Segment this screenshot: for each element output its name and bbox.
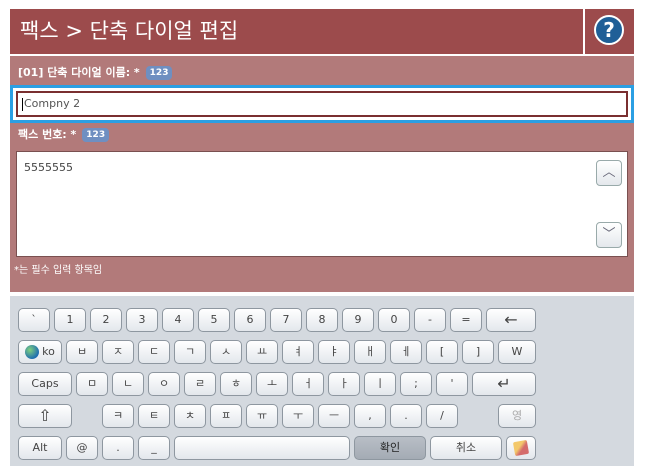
fax-number-input[interactable]: 5555555 ︿ ﹀: [16, 151, 628, 257]
key-j[interactable]: ㅈ: [102, 340, 134, 364]
key-n[interactable]: ㄴ: [112, 372, 144, 396]
name-label-row: [01] 단축 다이얼 이름: * 123: [18, 64, 173, 80]
text-cursor: [22, 97, 23, 111]
key-9[interactable]: 9: [342, 308, 374, 332]
alt-key[interactable]: Alt: [18, 436, 62, 460]
key-7[interactable]: 7: [270, 308, 302, 332]
key-b[interactable]: ㅂ: [66, 340, 98, 364]
key-backtick[interactable]: `: [18, 308, 50, 332]
key-yeo[interactable]: ㅕ: [282, 340, 314, 364]
key-left-bracket[interactable]: [: [426, 340, 458, 364]
language-key-label: ko: [42, 345, 55, 358]
space-key[interactable]: [174, 436, 350, 460]
key-right-bracket[interactable]: ]: [462, 340, 494, 364]
key-5[interactable]: 5: [198, 308, 230, 332]
scroll-down-button[interactable]: ﹀: [596, 222, 622, 248]
key-semicolon[interactable]: ;: [400, 372, 432, 396]
key-p[interactable]: ㅍ: [210, 404, 242, 428]
edit-button[interactable]: [506, 436, 536, 460]
key-minus[interactable]: -: [414, 308, 446, 332]
help-button[interactable]: ?: [585, 9, 634, 54]
cancel-button[interactable]: 취소: [430, 436, 502, 460]
key-d[interactable]: ㄷ: [138, 340, 170, 364]
key-m[interactable]: ㅁ: [76, 372, 108, 396]
caps-lock-key[interactable]: Caps: [18, 372, 72, 396]
help-icon: ?: [594, 15, 624, 45]
required-note: *는 필수 입력 항목임: [14, 265, 103, 276]
key-3[interactable]: 3: [126, 308, 158, 332]
key-s[interactable]: ㅅ: [210, 340, 242, 364]
key-r[interactable]: ㄹ: [184, 372, 216, 396]
numeric-badge: 123: [145, 66, 173, 80]
key-equals[interactable]: =: [450, 308, 482, 332]
key-underscore[interactable]: _: [138, 436, 170, 460]
globe-icon: [25, 345, 40, 359]
language-key[interactable]: ko: [18, 340, 62, 364]
backspace-key[interactable]: ←: [486, 308, 536, 332]
key-apostrophe[interactable]: ': [436, 372, 468, 396]
key-a[interactable]: ㅏ: [328, 372, 360, 396]
key-e[interactable]: ㅔ: [390, 340, 422, 364]
english-mode-key[interactable]: 영: [498, 404, 536, 428]
pencil-icon: [512, 439, 530, 457]
fax-label-row: 팩스 번호: * 123: [18, 126, 110, 142]
key-eo[interactable]: ㅓ: [292, 372, 324, 396]
key-ch[interactable]: ㅊ: [174, 404, 206, 428]
scroll-up-button[interactable]: ︿: [596, 160, 622, 186]
fax-number-label: 팩스 번호: *: [18, 128, 77, 141]
key-h[interactable]: ㅎ: [220, 372, 252, 396]
key-ya[interactable]: ㅑ: [318, 340, 350, 364]
key-w[interactable]: W: [498, 340, 536, 364]
key-1[interactable]: 1: [54, 308, 86, 332]
key-2[interactable]: 2: [90, 308, 122, 332]
key-dot[interactable]: .: [102, 436, 134, 460]
chevron-up-icon: ︿: [602, 165, 616, 180]
key-ae[interactable]: ㅐ: [354, 340, 386, 364]
on-screen-keyboard: ` 1 2 3 4 5 6 7 8 9 0 - = ← ko ㅂ ㅈ ㄷ ㄱ ㅅ…: [10, 296, 634, 466]
key-yo[interactable]: ㅛ: [246, 340, 278, 364]
key-k[interactable]: ㅋ: [102, 404, 134, 428]
key-6[interactable]: 6: [234, 308, 266, 332]
ok-button[interactable]: 확인: [354, 436, 426, 460]
speed-dial-name-label: [01] 단축 다이얼 이름: *: [18, 66, 140, 79]
key-eu[interactable]: ㅡ: [318, 404, 350, 428]
key-o[interactable]: ㅗ: [256, 372, 288, 396]
chevron-down-icon: ﹀: [602, 227, 616, 242]
numeric-badge: 123: [82, 128, 110, 142]
key-yu[interactable]: ㅠ: [246, 404, 278, 428]
key-slash[interactable]: /: [426, 404, 458, 428]
key-g[interactable]: ㄱ: [174, 340, 206, 364]
speed-dial-name-value: Compny 2: [24, 97, 81, 110]
page-title: 팩스 > 단축 다이얼 편집: [10, 9, 583, 54]
key-ng[interactable]: ㅇ: [148, 372, 180, 396]
key-period[interactable]: .: [390, 404, 422, 428]
speed-dial-name-input[interactable]: Compny 2: [16, 91, 628, 117]
fax-speed-dial-edit-panel: 팩스 > 단축 다이얼 편집 ? [01] 단축 다이얼 이름: * 123 Co…: [0, 0, 645, 472]
enter-key[interactable]: ↵: [472, 372, 536, 396]
key-i[interactable]: ㅣ: [364, 372, 396, 396]
fax-number-value: 5555555: [24, 161, 73, 174]
key-u[interactable]: ㅜ: [282, 404, 314, 428]
key-8[interactable]: 8: [306, 308, 338, 332]
key-comma[interactable]: ,: [354, 404, 386, 428]
key-0[interactable]: 0: [378, 308, 410, 332]
key-4[interactable]: 4: [162, 308, 194, 332]
key-at[interactable]: @: [66, 436, 98, 460]
key-t[interactable]: ㅌ: [138, 404, 170, 428]
shift-key[interactable]: ⇧: [18, 404, 72, 428]
